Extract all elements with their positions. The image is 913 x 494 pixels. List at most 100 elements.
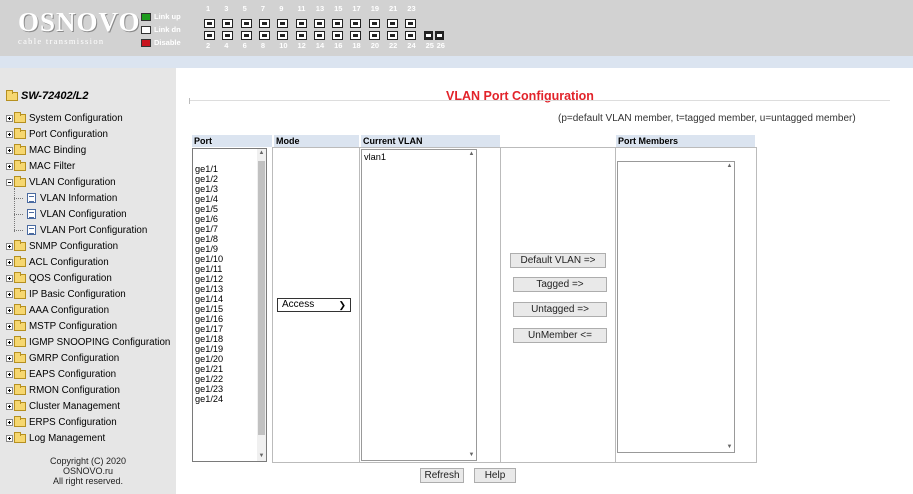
- tagged-button[interactable]: Tagged =>: [513, 277, 607, 292]
- port-option[interactable]: ge1/11: [193, 264, 266, 274]
- ethernet-port-icon[interactable]: [387, 19, 398, 28]
- port-option[interactable]: ge1/12: [193, 274, 266, 284]
- ethernet-port-icon[interactable]: [368, 19, 380, 28]
- sidebar-subitem[interactable]: VLAN Port Configuration: [14, 223, 147, 237]
- port-option[interactable]: ge1/18: [193, 334, 266, 344]
- sidebar-item[interactable]: MSTP Configuration: [6, 319, 117, 333]
- port-option[interactable]: ge1/23: [193, 384, 266, 394]
- ethernet-port-icon[interactable]: [240, 31, 252, 40]
- ethernet-port-icon[interactable]: [387, 31, 398, 40]
- scroll-up-arrow-icon[interactable]: ▲: [726, 163, 733, 170]
- sidebar-item[interactable]: Port Configuration: [6, 127, 108, 141]
- port-option[interactable]: ge1/14: [193, 294, 266, 304]
- expand-icon[interactable]: [6, 130, 13, 138]
- sidebar-item[interactable]: QOS Configuration: [6, 271, 112, 285]
- port-option[interactable]: ge1/24: [193, 394, 266, 404]
- port-option[interactable]: ge1/9: [193, 244, 266, 254]
- port-members-list[interactable]: ▲ ▼: [617, 161, 735, 453]
- port-option[interactable]: ge1/13: [193, 284, 266, 294]
- device-root-node[interactable]: SW-72402/L2: [6, 89, 88, 102]
- ethernet-port-icon[interactable]: [295, 19, 307, 28]
- sfp-port-icon[interactable]: [423, 31, 433, 40]
- port-option[interactable]: ge1/7: [193, 224, 266, 234]
- sidebar-item[interactable]: RMON Configuration: [6, 383, 120, 397]
- ethernet-port-icon[interactable]: [295, 31, 307, 40]
- expand-icon[interactable]: [6, 354, 13, 362]
- sidebar-item[interactable]: System Configuration: [6, 111, 123, 125]
- ethernet-port-icon[interactable]: [204, 19, 215, 28]
- mode-select[interactable]: Access ❯: [277, 298, 351, 312]
- sidebar-item[interactable]: SNMP Configuration: [6, 239, 118, 253]
- sidebar-item[interactable]: VLAN Configuration: [6, 175, 116, 189]
- ethernet-port-icon[interactable]: [350, 19, 362, 28]
- port-option[interactable]: ge1/8: [193, 234, 266, 244]
- ethernet-port-icon[interactable]: [332, 31, 344, 40]
- ethernet-port-icon[interactable]: [222, 19, 234, 28]
- vlan-option[interactable]: vlan1: [362, 152, 476, 162]
- sidebar-item[interactable]: Cluster Management: [6, 399, 120, 413]
- sidebar-item[interactable]: MAC Filter: [6, 159, 75, 173]
- scroll-thumb[interactable]: [258, 161, 265, 435]
- ethernet-port-icon[interactable]: [204, 31, 215, 40]
- vlan-list-scrollbar[interactable]: ▲ ▼: [467, 150, 476, 460]
- ethernet-port-icon[interactable]: [277, 31, 289, 40]
- expand-icon[interactable]: [6, 274, 13, 282]
- expand-icon[interactable]: [6, 434, 13, 442]
- port-option[interactable]: ge1/16: [193, 314, 266, 324]
- expand-icon[interactable]: [6, 418, 13, 426]
- expand-icon[interactable]: [6, 162, 13, 170]
- untagged-button[interactable]: Untagged =>: [513, 302, 607, 317]
- port-list-scrollbar[interactable]: ▲ ▼: [257, 149, 266, 461]
- help-button[interactable]: Help: [474, 468, 516, 483]
- expand-icon[interactable]: [6, 402, 13, 410]
- ethernet-port-icon[interactable]: [313, 31, 325, 40]
- port-option[interactable]: ge1/22: [193, 374, 266, 384]
- sidebar-item[interactable]: ACL Configuration: [6, 255, 109, 269]
- scroll-down-arrow-icon[interactable]: ▼: [258, 453, 265, 460]
- expand-icon[interactable]: [6, 258, 13, 266]
- expand-icon[interactable]: [6, 338, 13, 346]
- sidebar-item[interactable]: GMRP Configuration: [6, 351, 119, 365]
- port-option[interactable]: ge1/17: [193, 324, 266, 334]
- refresh-button[interactable]: Refresh: [420, 468, 464, 483]
- port-option[interactable]: ge1/19: [193, 344, 266, 354]
- ethernet-port-icon[interactable]: [277, 19, 289, 28]
- port-option[interactable]: ge1/10: [193, 254, 266, 264]
- sidebar-subitem[interactable]: VLAN Configuration: [14, 207, 127, 221]
- scroll-down-arrow-icon[interactable]: ▼: [468, 452, 475, 459]
- port-list[interactable]: ge1/1 ge1/2 ge1/3 ge1/4 ge1/5 ge1/6 ge1/7 ge1/8…: [192, 148, 267, 462]
- port-option[interactable]: ge1/15: [193, 304, 266, 314]
- expand-icon[interactable]: [6, 290, 13, 298]
- ethernet-port-icon[interactable]: [313, 19, 325, 28]
- expand-icon[interactable]: [6, 370, 13, 378]
- port-option[interactable]: ge1/4: [193, 194, 266, 204]
- ethernet-port-icon[interactable]: [350, 31, 362, 40]
- ethernet-port-icon[interactable]: [405, 19, 417, 28]
- sidebar-item[interactable]: ERPS Configuration: [6, 415, 117, 429]
- sfp-port-icon[interactable]: [434, 31, 444, 40]
- unmember-button[interactable]: UnMember <=: [513, 328, 607, 343]
- expand-icon[interactable]: [6, 242, 13, 250]
- port-option[interactable]: ge1/21: [193, 364, 266, 374]
- ethernet-port-icon[interactable]: [405, 31, 417, 40]
- sidebar-item[interactable]: AAA Configuration: [6, 303, 109, 317]
- sidebar-item[interactable]: IP Basic Configuration: [6, 287, 126, 301]
- ethernet-port-icon[interactable]: [332, 19, 344, 28]
- port-option[interactable]: ge1/6: [193, 214, 266, 224]
- expand-icon[interactable]: [6, 322, 13, 330]
- sidebar-subitem[interactable]: VLAN Information: [14, 191, 117, 205]
- ethernet-port-icon[interactable]: [240, 19, 252, 28]
- collapse-icon[interactable]: [6, 178, 13, 186]
- expand-icon[interactable]: [6, 146, 13, 154]
- scroll-up-arrow-icon[interactable]: ▲: [468, 151, 475, 158]
- sidebar-item[interactable]: Log Management: [6, 431, 105, 445]
- expand-icon[interactable]: [6, 114, 13, 122]
- sidebar-item[interactable]: MAC Binding: [6, 143, 86, 157]
- port-option[interactable]: ge1/5: [193, 204, 266, 214]
- port-option[interactable]: ge1/20: [193, 354, 266, 364]
- port-option[interactable]: ge1/2: [193, 174, 266, 184]
- scroll-up-arrow-icon[interactable]: ▲: [258, 150, 265, 157]
- port-option[interactable]: ge1/3: [193, 184, 266, 194]
- expand-icon[interactable]: [6, 306, 13, 314]
- ethernet-port-icon[interactable]: [258, 31, 270, 40]
